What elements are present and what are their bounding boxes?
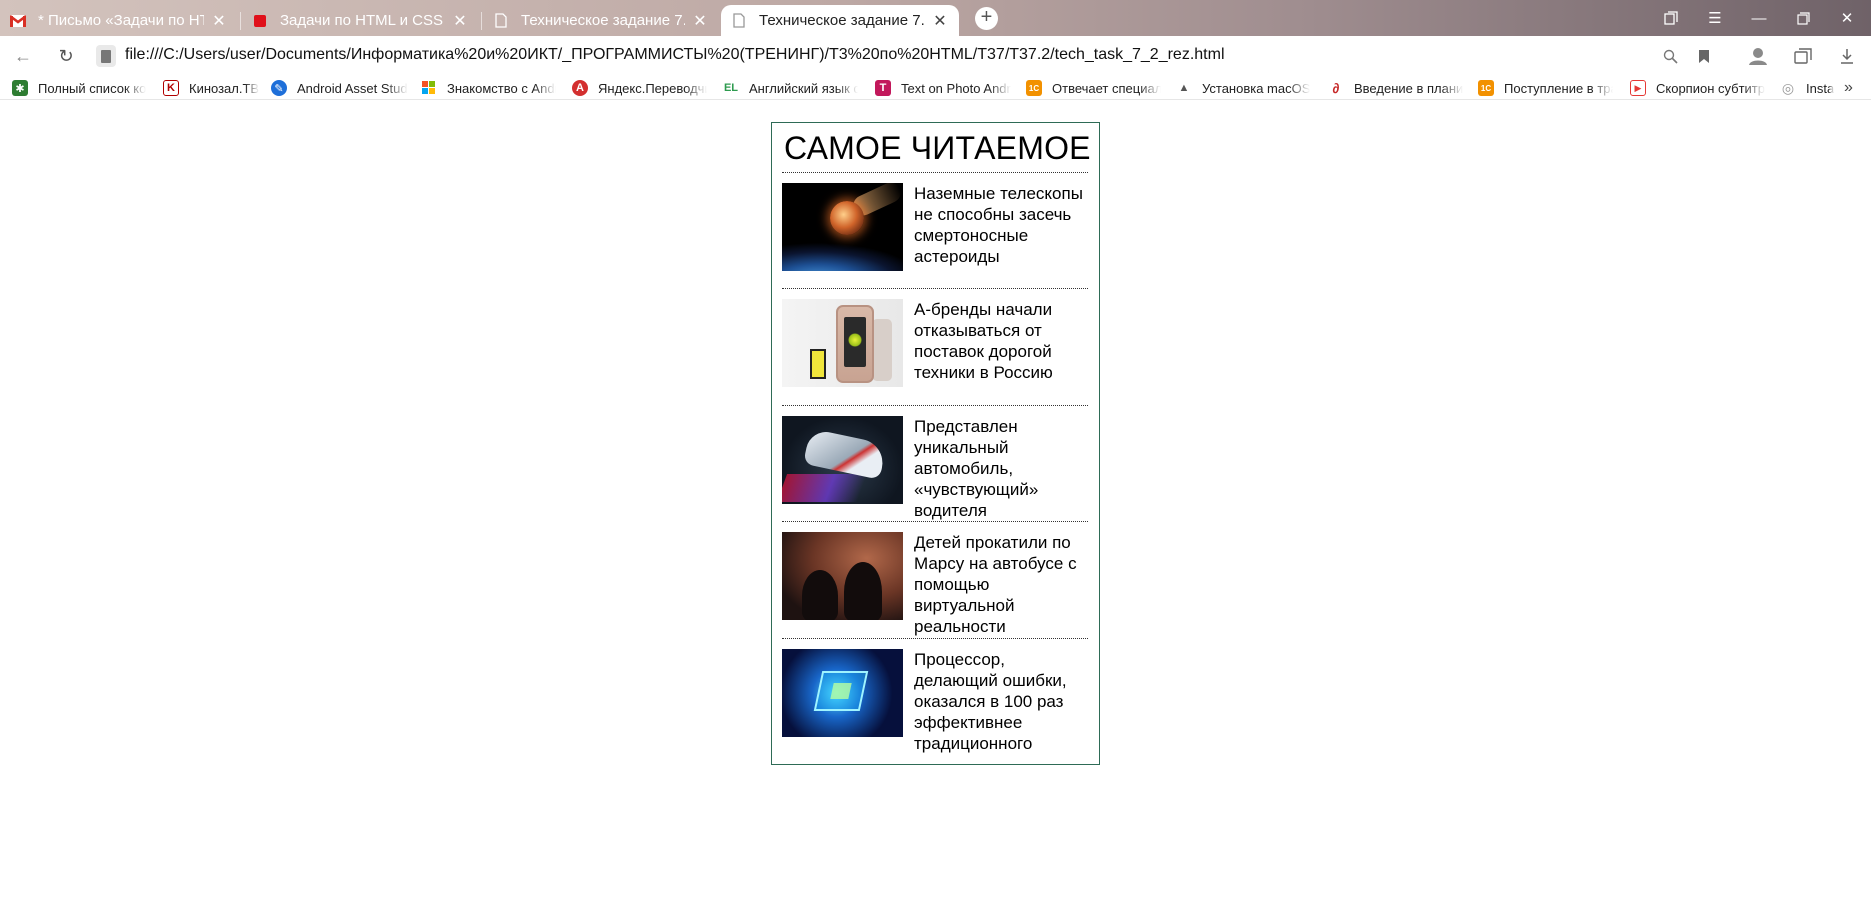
bookmark-item[interactable]: 1С Поступление в тра: [1478, 78, 1613, 98]
android-asset-icon: ✎: [271, 80, 287, 96]
divider: [782, 521, 1088, 522]
url-field[interactable]: file:///C:/Users/user/Documents/Информат…: [125, 46, 1225, 64]
close-icon[interactable]: ✕: [451, 12, 469, 30]
close-icon[interactable]: ✕: [691, 12, 709, 30]
microsoft-icon: [421, 80, 437, 96]
menu-icon[interactable]: ☰: [1698, 5, 1732, 31]
mars-vr-image[interactable]: [782, 532, 903, 620]
bookmark-label: Insta: [1806, 80, 1835, 96]
bookmark-item[interactable]: ✎ Android Asset Studi: [271, 78, 408, 98]
text-on-photo-icon: T: [875, 80, 891, 96]
most-read-widget: САМОЕ ЧИТАЕМОЕ Наземные телескопы не спо…: [771, 122, 1100, 765]
file-icon: [493, 13, 509, 29]
address-bar: ← ↻ file:///C:/Users/user/Documents/Инфо…: [0, 36, 1871, 76]
news-headline[interactable]: Процессор, делающий ошибки, оказался в 1…: [914, 649, 1084, 754]
back-arrow-icon[interactable]: ←: [10, 44, 36, 68]
smartphone-image[interactable]: [782, 299, 903, 387]
divider: [782, 288, 1088, 289]
bookmark-label: Поступление в тра: [1504, 80, 1613, 96]
bookmark-label: Android Asset Studi: [297, 80, 408, 96]
reload-icon[interactable]: ↻: [53, 44, 79, 68]
asteroid-image[interactable]: [782, 183, 903, 271]
zoom-icon[interactable]: [1658, 45, 1682, 67]
restore-icon[interactable]: [1786, 5, 1820, 31]
tab-label: Техническое задание 7.1: [521, 12, 685, 29]
gmail-icon: [10, 13, 26, 29]
puzzle-icon: ✱: [12, 80, 28, 96]
tab-label: Задачи по HTML и CSS: [280, 12, 443, 29]
1c-icon: 1С: [1478, 80, 1494, 96]
english-icon: EL: [723, 82, 739, 94]
bookmark-item[interactable]: ◎ Insta: [1780, 78, 1836, 98]
bookmark-item[interactable]: ▲ Установка macOS: [1176, 78, 1311, 98]
tab-html-css[interactable]: Задачи по HTML и CSS ✕: [242, 5, 479, 36]
new-tab-button[interactable]: +: [975, 7, 998, 30]
tab-label: Техническое задание 7.2: [759, 12, 925, 29]
bookmark-label: Знакомство с Andr: [447, 80, 556, 96]
close-icon[interactable]: ✕: [931, 12, 949, 30]
divider: [782, 172, 1088, 173]
car-image[interactable]: [782, 416, 903, 504]
tab-gmail[interactable]: * Письмо «Задачи по HTML ✕: [0, 5, 238, 36]
chevron-right-icon[interactable]: »: [1844, 79, 1853, 97]
bookmark-label: Скорпион субтитр: [1656, 80, 1765, 96]
bookmark-label: Яндекс.Переводчи: [598, 80, 707, 96]
news-item[interactable]: Детей прокатили по Марсу на автобусе с п…: [782, 532, 1088, 637]
tab-separator: [240, 12, 241, 30]
news-headline[interactable]: А-бренды начали отказываться от поставок…: [914, 299, 1084, 387]
bookmark-icon[interactable]: [1692, 45, 1716, 67]
news-item[interactable]: А-бренды начали отказываться от поставок…: [782, 299, 1088, 387]
download-icon[interactable]: [1835, 45, 1859, 67]
profile-icon[interactable]: [1746, 45, 1770, 67]
kinozal-icon: K: [163, 80, 179, 96]
bookmark-item[interactable]: T Text on Photo Andr: [875, 78, 1012, 98]
bookmark-item[interactable]: ∂ Введение в плани: [1328, 78, 1463, 98]
widget-title: САМОЕ ЧИТАЕМОЕ: [784, 130, 1091, 166]
video-icon: ▶: [1630, 80, 1646, 96]
tab-separator: [481, 12, 482, 30]
paperclip-icon: ∂: [1332, 80, 1340, 96]
instagram-icon: ◎: [1781, 79, 1795, 96]
news-headline[interactable]: Детей прокатили по Марсу на автобусе с п…: [914, 532, 1084, 637]
tab-collections-icon[interactable]: [1654, 5, 1688, 31]
macos-icon: ▲: [1178, 82, 1190, 94]
news-headline[interactable]: Представлен уникальный автомобиль, «чувс…: [914, 416, 1084, 521]
bookmark-label: Английский язык с: [749, 80, 858, 96]
bookmark-item[interactable]: ✱ Полный список ко: [12, 78, 150, 98]
1c-icon: 1С: [1026, 80, 1042, 96]
bookmark-label: Кинозал.ТВ: [189, 80, 260, 96]
bookmark-item[interactable]: K Кинозал.ТВ: [163, 78, 263, 98]
bookmark-label: Text on Photo Andr: [901, 80, 1011, 96]
bookmark-item[interactable]: A Яндекс.Переводчи: [572, 78, 707, 98]
tab-label: * Письмо «Задачи по HTML: [38, 12, 204, 29]
bookmarks-bar: ✱ Полный список ко K Кинозал.ТВ ✎ Androi…: [0, 76, 1871, 100]
file-icon[interactable]: [96, 45, 116, 67]
news-item[interactable]: Представлен уникальный автомобиль, «чувс…: [782, 416, 1088, 521]
divider: [782, 638, 1088, 639]
red-square-icon: [252, 13, 268, 29]
collections-icon[interactable]: [1791, 45, 1815, 67]
tab-task-7-1[interactable]: Техническое задание 7.1 ✕: [483, 5, 719, 36]
bookmark-label: Полный список ко: [38, 80, 147, 96]
minimize-icon[interactable]: —: [1742, 5, 1776, 31]
bookmark-item[interactable]: Знакомство с Andr: [421, 78, 556, 98]
bookmark-item[interactable]: 1С Отвечает специал: [1026, 78, 1161, 98]
bookmark-label: Установка macOS: [1202, 80, 1311, 96]
bookmark-item[interactable]: ▶ Скорпион субтитр: [1630, 78, 1765, 98]
news-headline[interactable]: Наземные телескопы не способны засечь см…: [914, 183, 1084, 271]
news-item[interactable]: Наземные телескопы не способны засечь см…: [782, 183, 1088, 271]
processor-image[interactable]: [782, 649, 903, 737]
divider: [782, 405, 1088, 406]
news-item[interactable]: Процессор, делающий ошибки, оказался в 1…: [782, 649, 1088, 754]
bookmark-item[interactable]: EL Английский язык с: [723, 78, 858, 98]
yandex-translate-icon: A: [572, 80, 588, 96]
tab-task-7-2[interactable]: Техническое задание 7.2 ✕: [721, 5, 959, 36]
tab-strip: * Письмо «Задачи по HTML ✕ Задачи по HTM…: [0, 0, 1871, 36]
bookmark-label: Введение в плани: [1354, 80, 1463, 96]
window-close-icon[interactable]: ✕: [1830, 5, 1864, 31]
file-icon: [731, 13, 747, 29]
bookmark-label: Отвечает специал: [1052, 80, 1161, 96]
close-icon[interactable]: ✕: [210, 12, 228, 30]
